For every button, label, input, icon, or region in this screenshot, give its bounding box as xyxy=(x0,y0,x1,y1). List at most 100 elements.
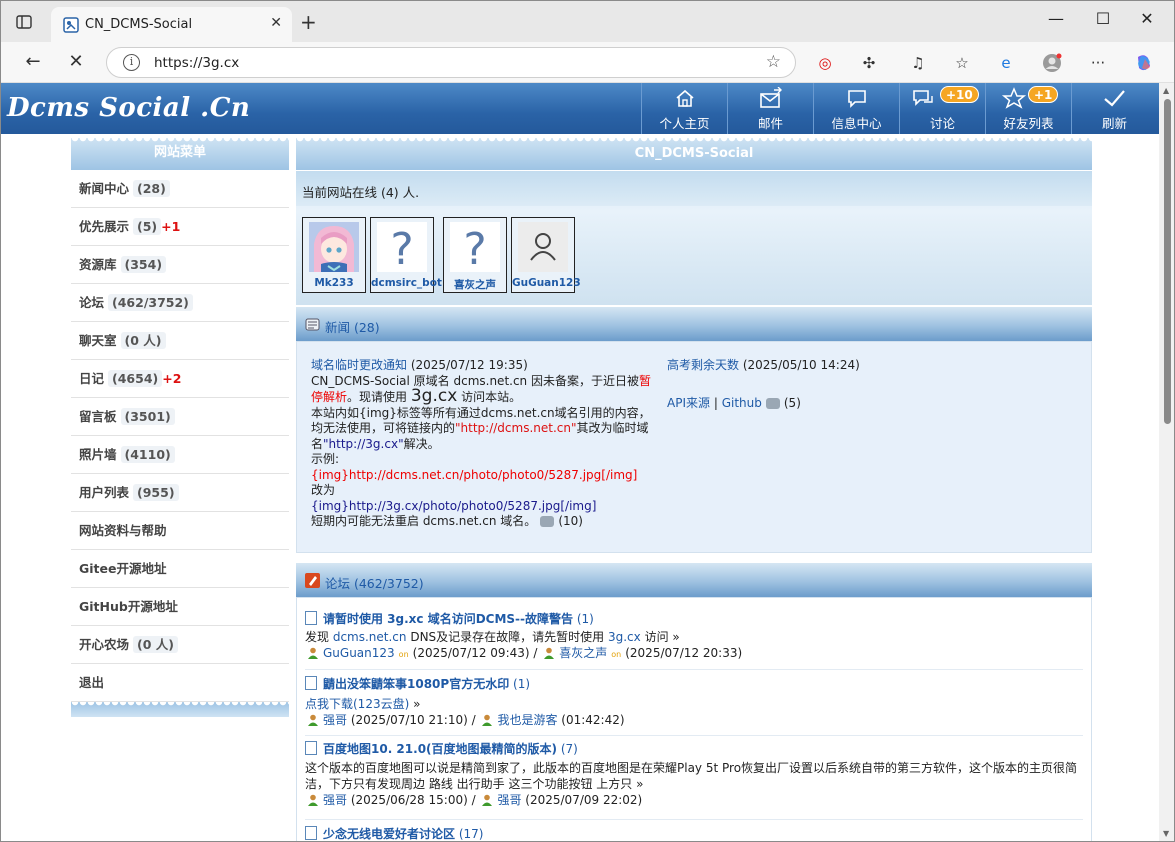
online-indicator: on xyxy=(398,650,409,659)
site-info-icon[interactable]: i xyxy=(123,54,140,71)
news-date: (2025/05/10 14:24) xyxy=(742,358,860,372)
profile-avatar-icon[interactable] xyxy=(1042,53,1062,73)
news-section-header[interactable]: 新闻 (28) xyxy=(296,305,1092,341)
site-logo[interactable]: Dcms Social .Cn xyxy=(7,93,250,123)
post-desc: 发现 xyxy=(305,630,333,644)
back-icon[interactable]: ← xyxy=(21,51,45,72)
post-desc-link[interactable]: dcms.net.cn xyxy=(333,630,407,644)
news-item-domain: 域名临时更改通知 (2025/07/12 19:35) CN_DCMS-Soci… xyxy=(311,358,659,530)
post-desc-link[interactable]: 点我下载(123云盘) xyxy=(305,697,409,711)
edge-bar-icon[interactable]: e xyxy=(996,53,1016,73)
close-tab-icon[interactable]: ✕ xyxy=(270,15,282,31)
post-desc: 这个版本的百度地图可以说是精简到家了，此版本的百度地图是在荣耀Play 5t P… xyxy=(305,761,1078,791)
post-author-link[interactable]: 强哥 xyxy=(323,793,347,807)
reply-author-link[interactable]: 强哥 xyxy=(497,793,521,807)
nav-refresh[interactable]: 刷新 xyxy=(1071,83,1157,134)
nav-home-label: 个人主页 xyxy=(659,116,710,131)
reply-date: (01:42:42) xyxy=(561,713,625,727)
url-text[interactable]: https://3g.cx xyxy=(154,55,239,71)
menu-footer xyxy=(71,702,289,717)
nav-home[interactable]: 个人主页 xyxy=(641,83,727,134)
reply-author-link[interactable]: 我也是游客 xyxy=(497,713,557,727)
post-author-link[interactable]: 强哥 xyxy=(323,713,347,727)
menu-item-photos[interactable]: 照片墙 (4110) xyxy=(71,436,289,474)
document-icon xyxy=(305,676,317,690)
extension-red-icon[interactable]: ◎ xyxy=(815,53,835,73)
user-icon xyxy=(308,647,318,659)
news-section-title: 新闻 (28) xyxy=(325,320,380,335)
menu-count: (4654) xyxy=(108,370,163,387)
more-options-icon[interactable]: ··· xyxy=(1088,53,1108,73)
menu-item-diary[interactable]: 日记 (4654) +2 xyxy=(71,360,289,398)
user-name: 喜灰之声 xyxy=(454,279,496,291)
maximize-icon[interactable]: ☐ xyxy=(1083,9,1123,28)
post-desc-link[interactable]: 3g.cx xyxy=(608,630,641,644)
extensions-puzzle-icon[interactable]: ✣ xyxy=(859,53,879,73)
close-window-icon[interactable]: ✕ xyxy=(1127,9,1167,28)
menu-item-help[interactable]: 网站资料与帮助 xyxy=(71,512,289,550)
scroll-up-icon[interactable]: ▲ xyxy=(1163,86,1169,95)
menu-count: (28) xyxy=(133,180,170,197)
reply-author-link[interactable]: 喜灰之声 xyxy=(559,646,607,660)
online-user-card[interactable]: Mk233 xyxy=(302,217,366,293)
online-user-card[interactable]: ? 喜灰之声 xyxy=(443,217,507,293)
default-user-icon xyxy=(518,222,568,272)
post-title-link[interactable]: 少念无线电爱好者讨论区 xyxy=(323,827,455,841)
menu-item-featured[interactable]: 优先展示 (5) +1 xyxy=(71,208,289,246)
forum-section-header[interactable]: 论坛 (462/3752) xyxy=(296,561,1092,597)
menu-item-guestbook[interactable]: 留言板 (3501) xyxy=(71,398,289,436)
menu-count: (354) xyxy=(120,256,167,273)
read-aloud-icon[interactable]: ♫ xyxy=(908,53,928,73)
post-author-link[interactable]: GuGuan123 xyxy=(323,646,395,660)
address-bar[interactable]: i https://3g.cx ☆ xyxy=(106,47,796,78)
menu-item-forum[interactable]: 论坛 (462/3752) xyxy=(71,284,289,322)
document-icon xyxy=(305,741,317,755)
reply-date: (2025/07/09 22:02) xyxy=(525,793,643,807)
nav-friends[interactable]: +1 好友列表 xyxy=(985,83,1071,134)
post-title-link[interactable]: 百度地图10. 21.0(百度地图最精简的版本) xyxy=(323,742,557,756)
menu-count: (462/3752) xyxy=(108,294,193,311)
comment-icon xyxy=(540,516,555,527)
forum-body: 请暂时使用 3g.xc 域名访问DCMS--故障警告 (1) 发现 dcms.n… xyxy=(296,597,1092,841)
stop-loading-icon[interactable]: ✕ xyxy=(64,51,88,72)
nav-discuss[interactable]: +10 讨论 xyxy=(899,83,985,134)
nav-messages[interactable]: 信息中心 xyxy=(813,83,899,134)
post-desc: 访问 » xyxy=(640,630,680,644)
github-link[interactable]: Github xyxy=(722,396,762,410)
page-scrollbar[interactable]: ▲ ▼ xyxy=(1159,83,1174,841)
favorite-star-icon[interactable]: ☆ xyxy=(766,52,781,72)
scroll-down-icon[interactable]: ▼ xyxy=(1163,829,1169,838)
api-source-link[interactable]: API来源 xyxy=(667,396,710,410)
favorites-icon[interactable]: ☆ xyxy=(952,53,972,73)
reply-date: (2025/07/12 20:33) xyxy=(625,646,743,660)
copilot-icon[interactable] xyxy=(1134,53,1154,73)
news-item-gaokao: 高考剩余天数 (2025/05/10 14:24) API来源 | Github… xyxy=(667,358,877,412)
news-text: 。现请使用 xyxy=(347,390,411,404)
news-title-link[interactable]: 域名临时更改通知 xyxy=(311,358,407,372)
forum-post: 百度地图10. 21.0(百度地图最精简的版本) (7) 这个版本的百度地图可以… xyxy=(305,738,1083,820)
minimize-icon[interactable]: — xyxy=(1036,9,1076,28)
menu-item-logout[interactable]: 退出 xyxy=(71,664,289,702)
scroll-thumb[interactable] xyxy=(1164,99,1171,424)
news-title-link[interactable]: 高考剩余天数 xyxy=(667,358,739,372)
post-title-link[interactable]: 鼱出没笨鼱笨事1080P官方无水印 xyxy=(323,677,509,691)
post-reply-count: (17) xyxy=(458,827,484,841)
menu-item-farm[interactable]: 开心农场 (0 人) xyxy=(71,626,289,664)
online-user-card[interactable]: GuGuan123 xyxy=(511,217,581,293)
user-icon xyxy=(482,714,493,726)
browser-tab[interactable]: CN_DCMS-Social ✕ xyxy=(51,7,292,42)
menu-new-count: +2 xyxy=(162,371,182,386)
new-tab-icon[interactable]: + xyxy=(300,10,317,34)
news-icon xyxy=(305,317,320,332)
menu-item-resources[interactable]: 资源库 (354) xyxy=(71,246,289,284)
online-user-card[interactable]: ? dcmsirc_bot xyxy=(370,217,442,293)
menu-item-news[interactable]: 新闻中心 (28) xyxy=(71,170,289,208)
menu-item-gitee[interactable]: Gitee开源地址 xyxy=(71,550,289,588)
post-date: (2025/06/28 15:00) / xyxy=(350,793,476,807)
post-title-link[interactable]: 请暂时使用 3g.xc 域名访问DCMS--故障警告 xyxy=(323,612,573,626)
tab-actions-icon[interactable] xyxy=(15,13,33,31)
nav-mail[interactable]: 邮件 xyxy=(727,83,813,134)
menu-item-chatroom[interactable]: 聊天室 (0 人) xyxy=(71,322,289,360)
menu-item-users[interactable]: 用户列表 (955) xyxy=(71,474,289,512)
menu-item-github[interactable]: GitHub开源地址 xyxy=(71,588,289,626)
